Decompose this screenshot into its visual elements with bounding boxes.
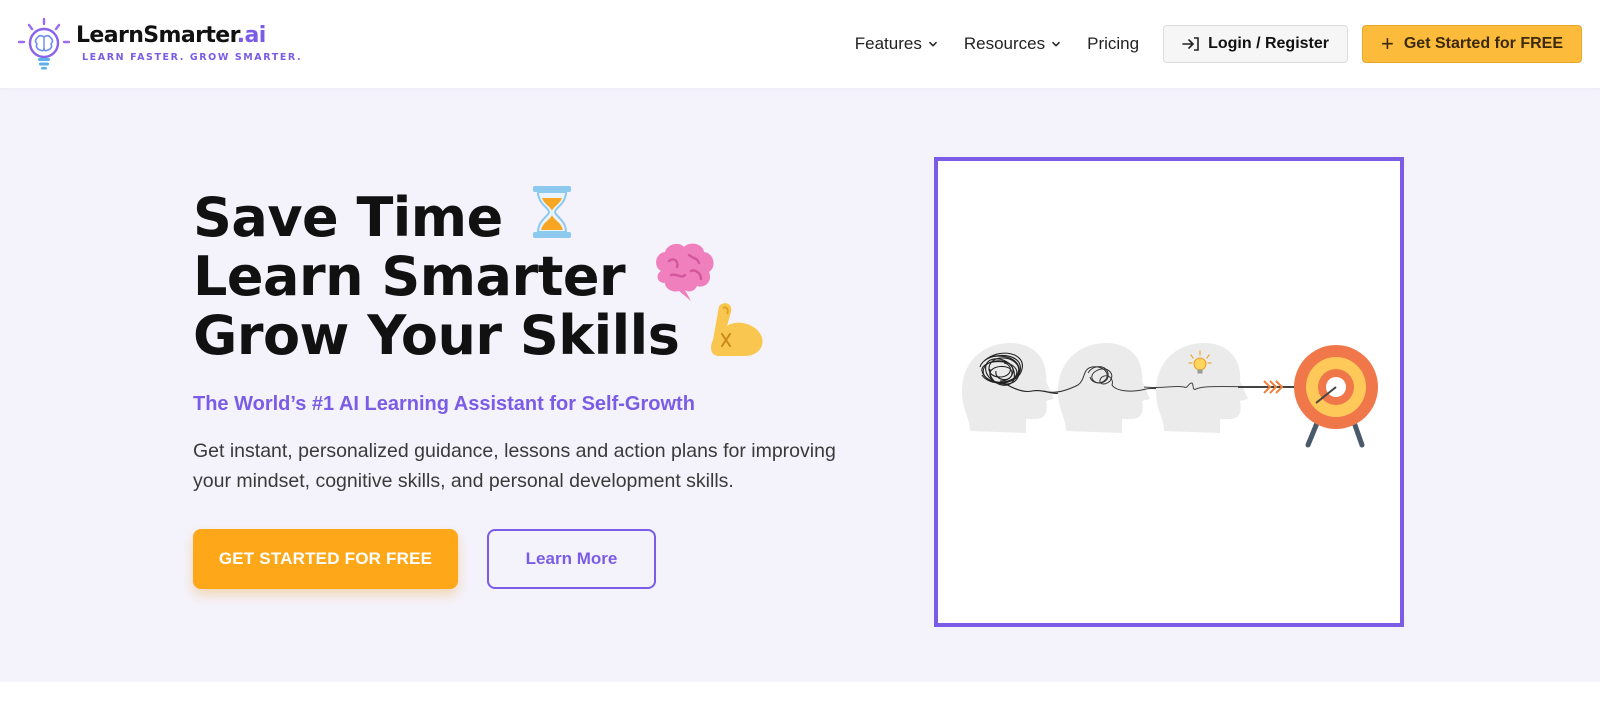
main-nav: Features Resources Pricing Login / Regis… <box>855 25 1582 63</box>
logo[interactable]: LearnSmarter.ai LEARN FASTER. GROW SMART… <box>16 16 302 72</box>
flexed-biceps-icon <box>705 300 767 371</box>
logo-tagline: LEARN FASTER. GROW SMARTER. <box>82 52 303 64</box>
chevron-down-icon <box>1052 41 1061 47</box>
hero-cta-row: GET STARTED FOR FREE Learn More <box>193 529 893 589</box>
logo-text: LearnSmarter.ai LEARN FASTER. GROW SMART… <box>76 25 302 63</box>
hero-illustration-frame <box>934 157 1404 627</box>
nav-item-features[interactable]: Features <box>855 34 938 54</box>
login-register-button[interactable]: Login / Register <box>1163 25 1348 63</box>
plus-icon: + <box>1381 31 1394 56</box>
learn-more-button[interactable]: Learn More <box>487 529 656 589</box>
hero-description: Get instant, personalized guidance, less… <box>193 440 836 492</box>
nav-item-resources[interactable]: Resources <box>964 34 1061 54</box>
nav-item-label: Resources <box>963 34 1046 53</box>
hero-content: Save Time Learn Smarter Grow Your Skills… <box>193 186 893 589</box>
heads-to-target-illustration <box>962 343 1378 448</box>
target-icon <box>1294 345 1378 448</box>
logo-name: LearnSmarter.ai <box>76 23 266 49</box>
login-register-label: Login / Register <box>1208 35 1329 52</box>
brain-lightbulb-logo-icon <box>17 17 71 70</box>
head-icon <box>962 343 1061 433</box>
hero-subtitle: The World’s #1 AI Learning Assistant for… <box>193 393 695 415</box>
headline-line-3: Grow Your Skills <box>193 303 893 365</box>
headline-line-2: Learn Smarter <box>193 243 893 306</box>
hourglass-icon <box>529 184 575 251</box>
headline-line-1: Save Time <box>193 186 893 247</box>
get-started-header-button[interactable]: + Get Started for FREE <box>1362 25 1582 63</box>
hero-headline: Save Time Learn Smarter Grow Your Skills <box>193 186 893 365</box>
get-started-hero-button[interactable]: GET STARTED FOR FREE <box>193 529 458 589</box>
nav-item-label: Features <box>854 34 922 53</box>
get-started-header-label: Get Started for FREE <box>1403 35 1563 52</box>
chevron-down-icon <box>928 41 937 47</box>
nav-item-pricing[interactable]: Pricing <box>1087 34 1139 54</box>
nav-item-label: Pricing <box>1087 34 1140 53</box>
site-header: LearnSmarter.ai LEARN FASTER. GROW SMART… <box>0 0 1600 88</box>
login-arrow-icon <box>1182 37 1199 51</box>
hero-section: Save Time Learn Smarter Grow Your Skills… <box>0 88 1600 682</box>
